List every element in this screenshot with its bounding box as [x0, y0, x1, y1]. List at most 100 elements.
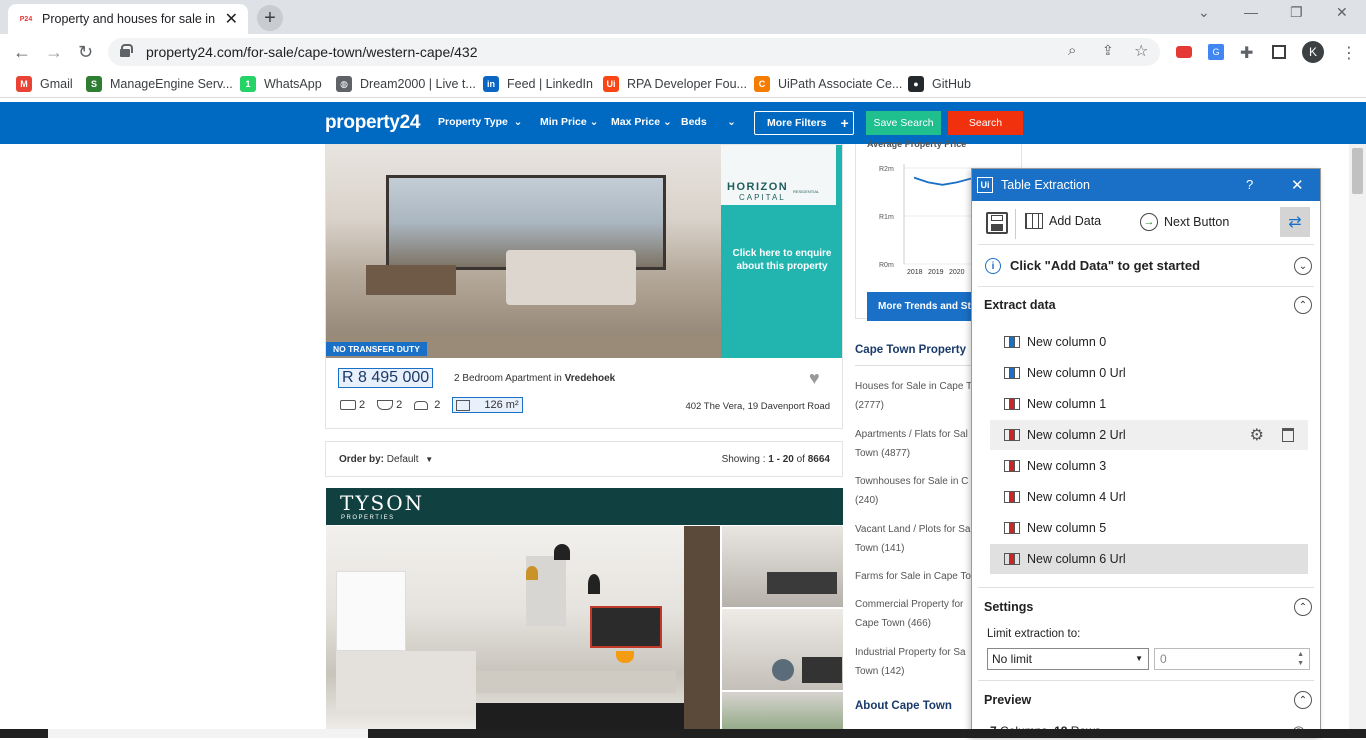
- extract-column-item[interactable]: New column 1: [990, 389, 1308, 419]
- listing-description[interactable]: 2 Bedroom Apartment in Vredehoek: [454, 373, 615, 384]
- agency-logo-sub: PROPERTIES: [341, 515, 395, 521]
- save-icon[interactable]: [986, 212, 1008, 234]
- limit-number-input[interactable]: 0 ▲ ▼: [1154, 648, 1310, 670]
- extract-column-item[interactable]: New column 0: [990, 327, 1308, 357]
- close-tab-icon[interactable]: ✕: [225, 9, 238, 29]
- info-icon: i: [985, 258, 1001, 274]
- globe-icon: ◍: [336, 76, 352, 92]
- nav-beds[interactable]: Beds ⌄: [681, 116, 736, 128]
- scrollbar-thumb[interactable]: [1352, 148, 1363, 194]
- listing-thumbnail[interactable]: [722, 609, 843, 690]
- translate-extension-icon[interactable]: G: [1208, 44, 1224, 60]
- bookmark-label: Gmail: [40, 77, 73, 91]
- help-icon[interactable]: ?: [1246, 177, 1253, 192]
- taskbar: [0, 729, 1366, 738]
- listing-card[interactable]: TYSON PROPERTIES: [326, 488, 843, 738]
- next-button-button[interactable]: → Next Button: [1140, 213, 1229, 231]
- sidebar-property-link[interactable]: Vacant Land / Plots for Sa Town (141): [855, 520, 970, 558]
- bookmark-star-icon[interactable]: ☆: [1134, 41, 1148, 61]
- zoom-icon[interactable]: ⌕: [1068, 42, 1076, 59]
- column-icon: [1004, 336, 1020, 348]
- agency-logo-sub: CAPITAL: [739, 193, 786, 202]
- bookmark-item[interactable]: C UiPath Associate Ce...: [754, 76, 902, 92]
- minimize-icon[interactable]: —: [1244, 4, 1258, 20]
- bookmark-item[interactable]: 1 WhatsApp: [240, 76, 322, 92]
- listing-thumbnail[interactable]: [722, 526, 843, 607]
- sidebar-property-link[interactable]: Farms for Sale in Cape To: [855, 567, 971, 586]
- chevron-up-icon[interactable]: ⌃: [1294, 691, 1312, 709]
- extract-column-item[interactable]: New column 0 Url: [990, 358, 1308, 388]
- extract-column-item[interactable]: New column 4 Url: [990, 482, 1308, 512]
- bookmark-label: UiPath Associate Ce...: [778, 77, 903, 91]
- order-by-dropdown[interactable]: Order by: Default ▼: [339, 454, 433, 465]
- more-filters-button[interactable]: More Filters +: [754, 111, 854, 135]
- sidebar-property-link[interactable]: Houses for Sale in Cape T (2777): [855, 377, 972, 415]
- chevron-up-icon[interactable]: ⌃: [1294, 296, 1312, 314]
- side-panel-icon[interactable]: [1272, 45, 1286, 59]
- close-window-icon[interactable]: ✕: [1336, 4, 1348, 21]
- property24-logo[interactable]: property24: [325, 112, 421, 134]
- caret-down-icon: ▼: [1135, 654, 1143, 663]
- listing-price[interactable]: R 8 495 000: [338, 368, 434, 388]
- bookmark-item[interactable]: M Gmail: [16, 76, 73, 92]
- enquire-link[interactable]: Click here to enquire about this propert…: [729, 247, 835, 273]
- bookmark-item[interactable]: S ManageEngine Serv...: [86, 76, 233, 92]
- hint-text: Click "Add Data" to get started: [1010, 258, 1201, 273]
- refresh-correlate-icon[interactable]: ⇄: [1280, 207, 1310, 237]
- column-label: New column 4 Url: [1027, 490, 1126, 504]
- youtube-extension-icon[interactable]: [1176, 46, 1192, 58]
- panel-title: Table Extraction: [1001, 178, 1090, 192]
- listing-card[interactable]: HORIZON CAPITAL RESIDENTIAL Click here t…: [325, 144, 843, 429]
- bookmark-item[interactable]: Ui RPA Developer Fou...: [603, 76, 747, 92]
- series-line: [913, 176, 972, 186]
- extensions-puzzle-icon[interactable]: ✚: [1240, 43, 1253, 63]
- sidebar-property-link[interactable]: Commercial Property for Cape Town (466): [855, 595, 963, 633]
- save-search-button[interactable]: Save Search: [866, 111, 941, 135]
- search-button[interactable]: Search: [948, 111, 1023, 135]
- listing-photo[interactable]: [326, 145, 721, 358]
- column-icon: [1004, 553, 1020, 565]
- add-data-button[interactable]: Add Data: [1025, 213, 1101, 229]
- new-tab-button[interactable]: +: [257, 5, 283, 31]
- nav-property-type[interactable]: Property Type ⌄: [438, 116, 522, 128]
- reload-icon[interactable]: ↻: [78, 42, 93, 63]
- sidebar-property-link[interactable]: Apartments / Flats for Sal Town (4877): [855, 425, 968, 463]
- nav-max-price[interactable]: Max Price ⌄: [611, 116, 672, 128]
- sidebar-property-link[interactable]: Industrial Property for Sa Town (142): [855, 643, 966, 681]
- page-scrollbar[interactable]: [1349, 144, 1366, 738]
- favourite-heart-icon[interactable]: ♥: [809, 368, 820, 389]
- tab-search-icon[interactable]: ⌄: [1198, 4, 1210, 21]
- column-label: New column 2 Url: [1027, 428, 1126, 442]
- profile-avatar[interactable]: K: [1302, 41, 1324, 63]
- delete-trash-icon[interactable]: [1282, 428, 1294, 442]
- restore-icon[interactable]: ❐: [1290, 4, 1303, 21]
- extract-column-item[interactable]: New column 3: [990, 451, 1308, 481]
- chevron-up-icon[interactable]: ⌃: [1294, 598, 1312, 616]
- sidebar-property-link[interactable]: Townhouses for Sale in C (240): [855, 472, 968, 510]
- settings-gear-icon[interactable]: ⚙: [1250, 425, 1264, 445]
- browser-tab-bar: P24 Property and houses for sale in C ✕ …: [0, 0, 1366, 34]
- bookmark-item[interactable]: ● GitHub: [908, 76, 971, 92]
- column-icon: [1004, 491, 1020, 503]
- nav-min-price[interactable]: Min Price ⌄: [540, 116, 598, 128]
- listing-photo[interactable]: [326, 526, 720, 738]
- chrome-menu-icon[interactable]: ⋮: [1341, 43, 1357, 63]
- extract-column-item[interactable]: New column 5: [990, 513, 1308, 543]
- no-transfer-duty-badge: NO TRANSFER DUTY: [326, 342, 427, 356]
- agency-banner[interactable]: HORIZON CAPITAL RESIDENTIAL Click here t…: [721, 145, 842, 358]
- forward-icon[interactable]: →: [45, 42, 63, 63]
- bookmark-item[interactable]: ◍ Dream2000 | Live t...: [336, 76, 476, 92]
- lock-icon: [120, 44, 133, 57]
- extract-column-item[interactable]: New column 2 Url ⚙: [990, 420, 1308, 450]
- agency-banner[interactable]: TYSON PROPERTIES: [326, 488, 843, 525]
- back-icon[interactable]: ←: [13, 42, 31, 63]
- close-icon[interactable]: ✕: [1291, 176, 1304, 194]
- bookmark-item[interactable]: in Feed | LinkedIn: [483, 76, 593, 92]
- limit-dropdown[interactable]: No limit ▼: [987, 648, 1149, 670]
- address-bar[interactable]: property24.com/for-sale/cape-town/wester…: [108, 38, 1160, 66]
- browser-tab[interactable]: P24 Property and houses for sale in C ✕: [8, 4, 248, 34]
- panel-title-bar: Ui Table Extraction ? ✕: [972, 169, 1320, 201]
- extract-column-item[interactable]: New column 6 Url: [990, 544, 1308, 574]
- chevron-down-icon[interactable]: ⌄: [1294, 257, 1312, 275]
- share-icon[interactable]: ⇪: [1102, 42, 1114, 59]
